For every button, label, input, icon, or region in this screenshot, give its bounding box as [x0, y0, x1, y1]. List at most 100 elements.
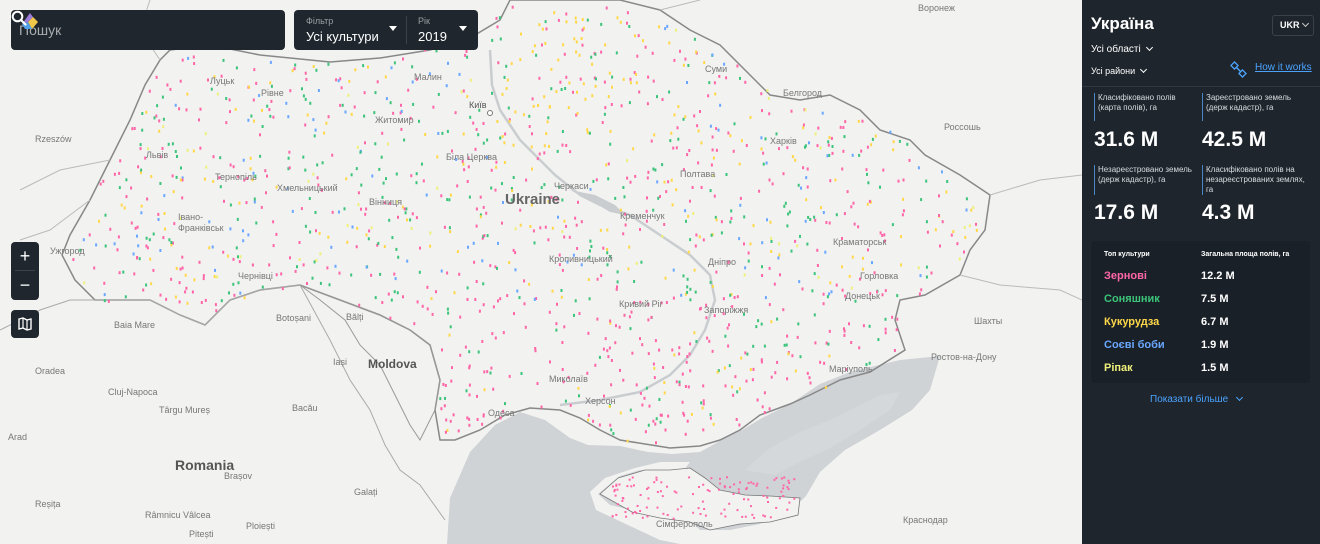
field-point — [563, 325, 566, 329]
field-point — [312, 118, 315, 122]
field-point — [107, 299, 110, 303]
field-point — [631, 351, 634, 355]
field-point — [767, 96, 770, 100]
field-point — [626, 439, 629, 443]
crop-filter-label: Фільтр — [306, 16, 334, 26]
field-point — [755, 325, 758, 329]
region-select[interactable]: Усі області — [1091, 43, 1153, 55]
field-point — [626, 21, 628, 25]
field-point — [659, 413, 662, 417]
zoom-out-button[interactable]: − — [11, 271, 39, 299]
field-point — [402, 295, 404, 299]
district-select[interactable]: Усі райони — [1091, 65, 1148, 76]
field-point — [970, 208, 973, 212]
field-point — [456, 184, 459, 188]
field-point — [528, 114, 531, 118]
field-point — [323, 131, 326, 135]
zoom-in-button[interactable]: + — [11, 242, 39, 270]
field-point — [202, 277, 205, 281]
language-select[interactable]: UKR — [1272, 15, 1314, 36]
field-point — [304, 97, 307, 101]
field-point — [83, 281, 86, 285]
field-point — [544, 41, 547, 45]
field-point — [502, 201, 504, 204]
field-point — [587, 331, 590, 335]
field-point — [145, 110, 148, 114]
field-point — [157, 212, 160, 216]
field-point — [732, 393, 735, 397]
field-point — [676, 126, 679, 130]
map-layers-button[interactable] — [11, 310, 39, 338]
field-point — [882, 168, 885, 172]
field-point — [440, 194, 443, 198]
field-point — [514, 110, 517, 114]
field-point — [770, 320, 773, 324]
field-point — [625, 515, 628, 518]
field-point — [629, 77, 632, 81]
field-point — [686, 285, 689, 289]
field-point — [403, 138, 406, 142]
field-point — [462, 89, 465, 93]
field-point — [410, 227, 413, 230]
field-point — [824, 386, 827, 390]
field-point — [804, 108, 807, 112]
field-point — [560, 295, 563, 299]
field-point — [275, 273, 278, 277]
search-bar[interactable] — [11, 10, 285, 50]
field-point — [902, 178, 905, 182]
field-point — [628, 101, 631, 105]
field-point — [492, 305, 495, 309]
field-point — [525, 178, 528, 182]
field-point — [486, 234, 489, 238]
field-point — [556, 302, 558, 306]
field-point — [702, 384, 705, 388]
field-point — [448, 226, 451, 230]
field-point — [675, 28, 677, 32]
field-point — [316, 163, 319, 167]
field-point — [406, 218, 408, 222]
field-point — [738, 423, 741, 427]
field-point — [827, 140, 830, 144]
field-point — [708, 339, 711, 343]
field-point — [565, 20, 568, 24]
field-point — [730, 209, 733, 213]
search-input[interactable] — [17, 21, 221, 39]
field-point — [494, 336, 497, 340]
field-point — [216, 275, 219, 279]
field-point — [693, 114, 696, 118]
field-point — [635, 81, 638, 85]
field-point — [531, 132, 533, 136]
map-view[interactable]: Воронеж Луцьк Рівне Малин Київ Житомир С… — [0, 0, 1082, 544]
year-select[interactable]: Рік 2019 — [406, 10, 478, 50]
field-point — [346, 224, 349, 227]
search-icon[interactable] — [11, 10, 27, 26]
field-point — [945, 190, 948, 194]
field-point — [761, 241, 764, 245]
field-point — [627, 267, 630, 271]
field-point — [327, 235, 330, 239]
chevron-down-icon — [1145, 43, 1153, 52]
field-point — [482, 413, 485, 417]
field-point — [429, 231, 432, 235]
how-it-works-link[interactable]: How it works — [1255, 62, 1312, 73]
field-point — [675, 380, 678, 384]
field-point — [673, 58, 676, 62]
field-point — [727, 131, 730, 135]
field-point — [636, 54, 639, 58]
field-point — [604, 43, 607, 47]
field-point — [645, 506, 648, 509]
label-zaporizhzhia: Запоріжжя — [704, 305, 749, 315]
field-point — [268, 263, 271, 267]
label-baia-mare: Baia Mare — [114, 320, 156, 330]
field-point — [132, 252, 135, 256]
label-kramatorsk: Краматорськ — [833, 237, 887, 247]
field-point — [603, 80, 606, 84]
show-more-button[interactable]: Показати більше — [1150, 393, 1244, 405]
field-point — [796, 335, 799, 339]
field-point — [499, 37, 502, 41]
field-point — [466, 55, 469, 59]
field-point — [588, 131, 591, 135]
field-point — [786, 224, 789, 228]
crop-filter-select[interactable]: Фільтр Усі культури — [294, 10, 406, 50]
field-point — [700, 186, 703, 189]
